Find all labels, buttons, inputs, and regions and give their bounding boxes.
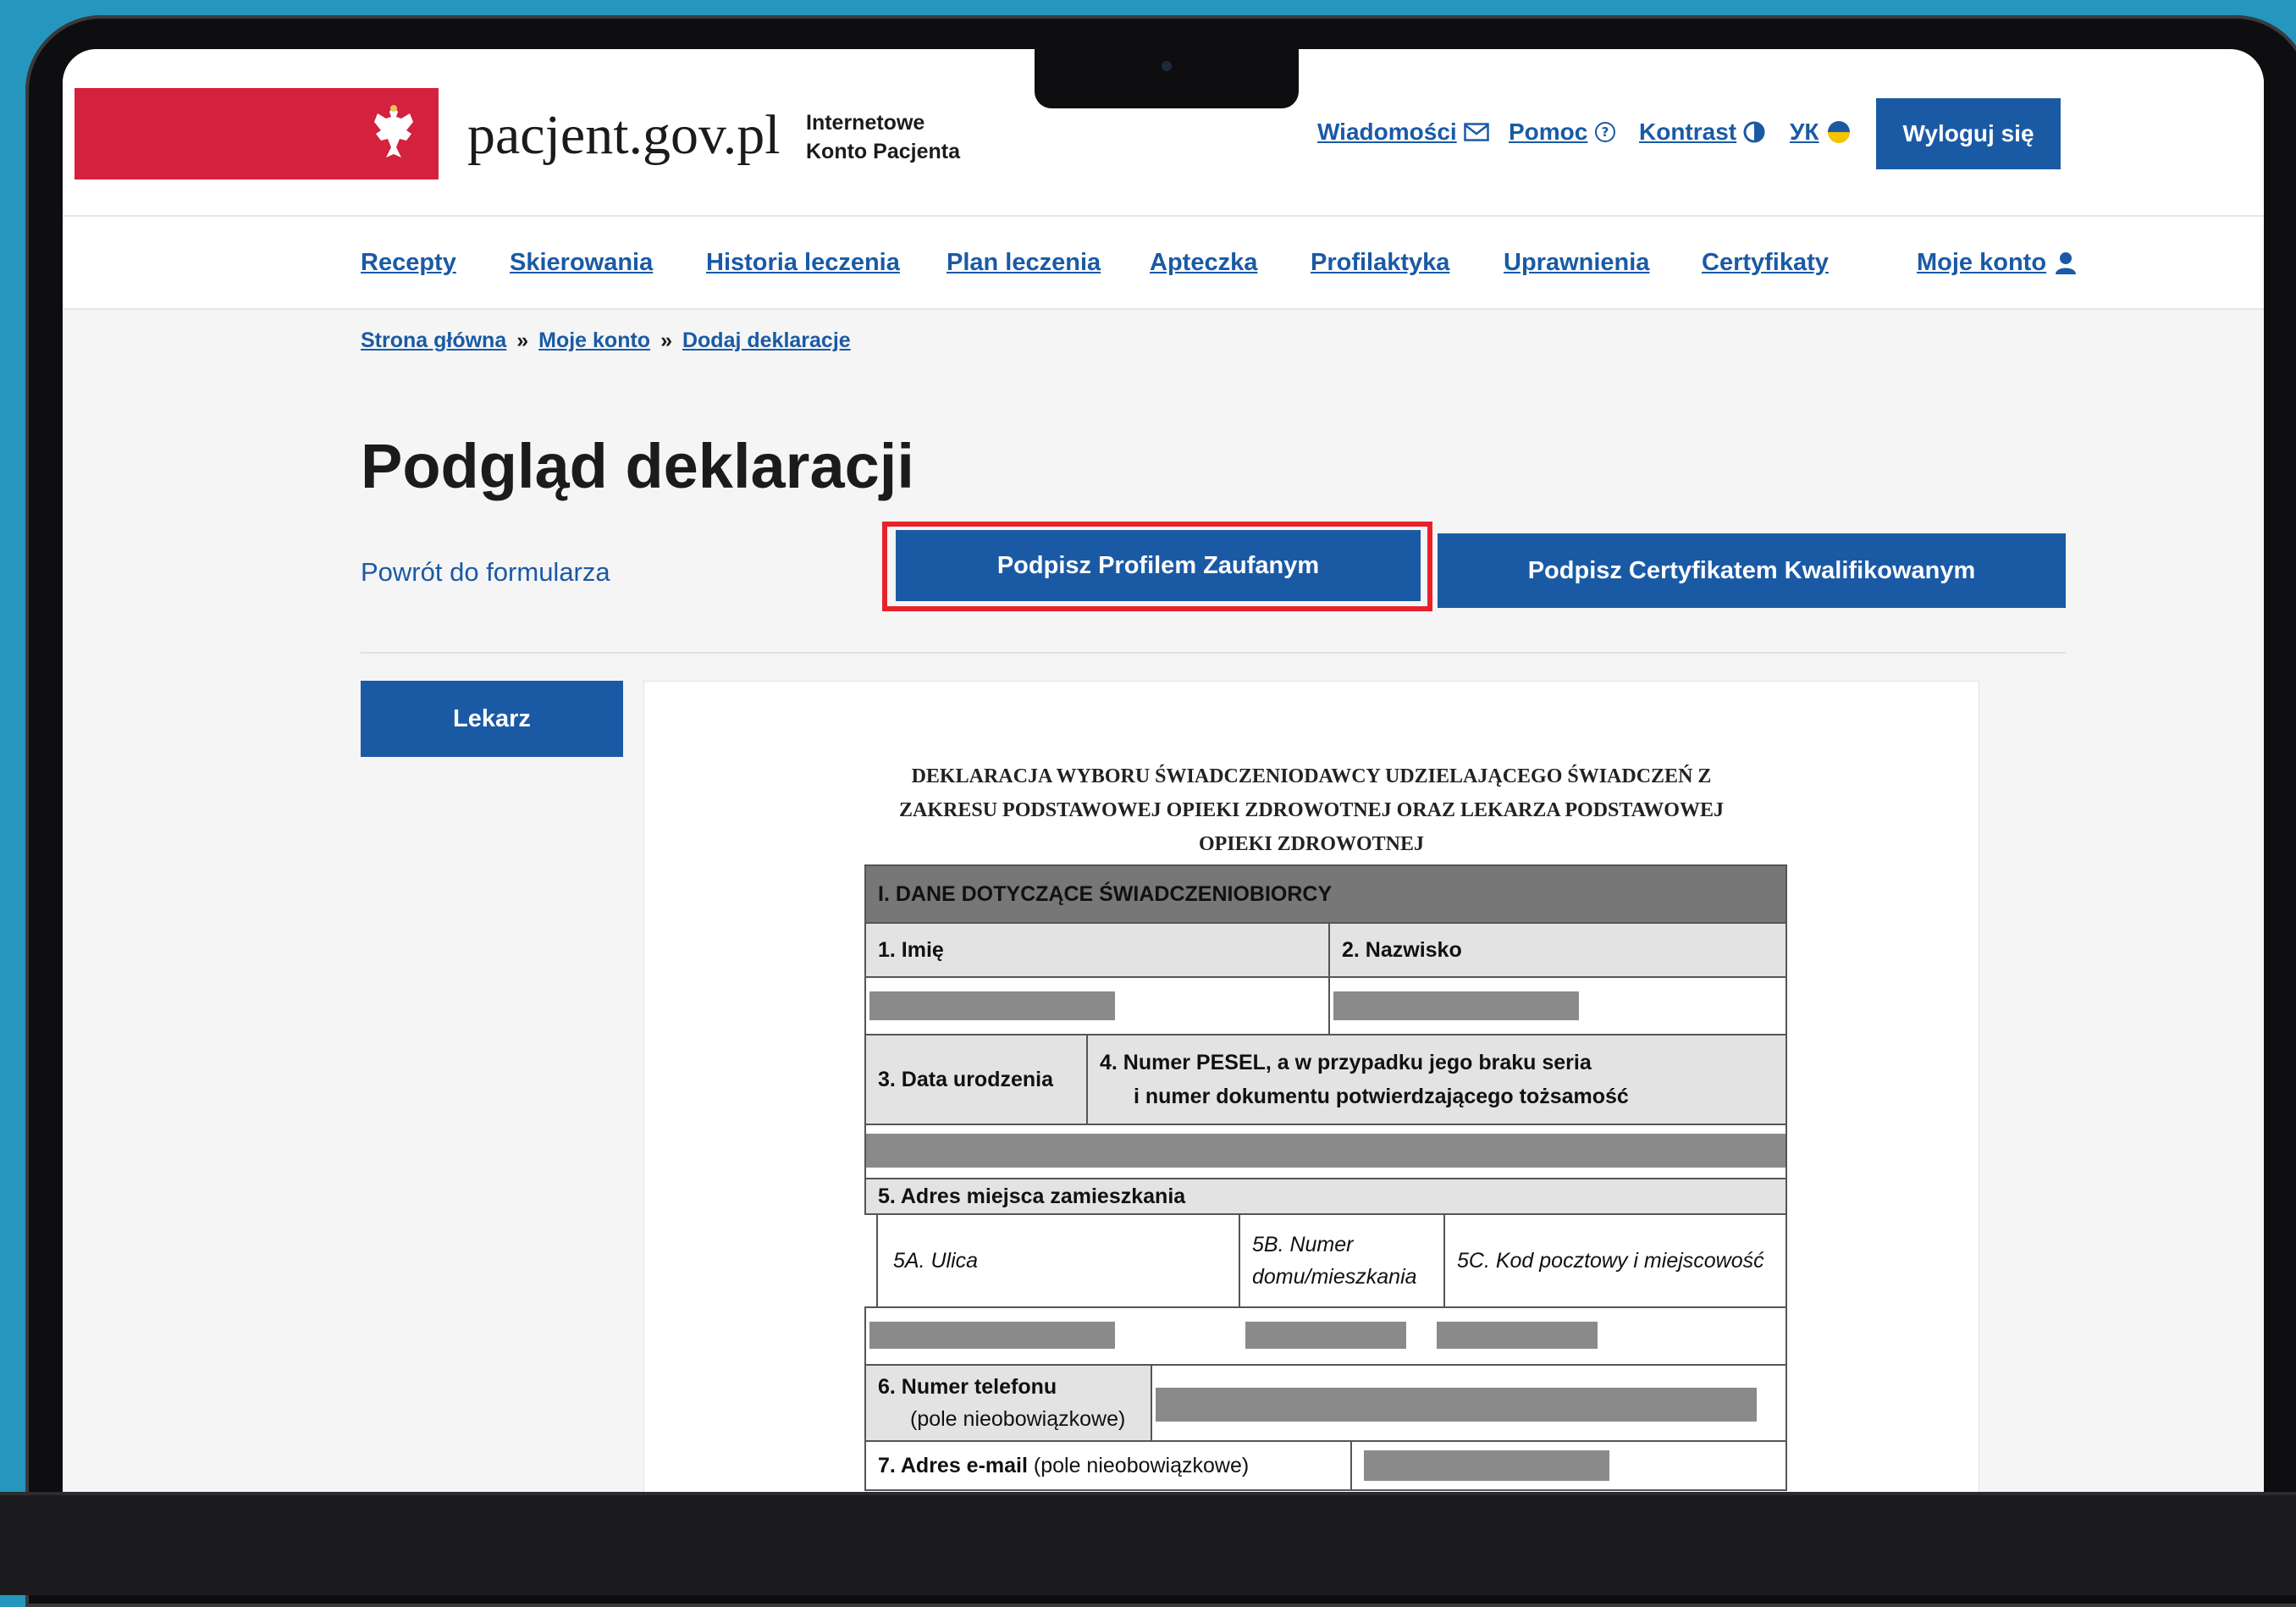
contrast-toggle[interactable]: Kontrast: [1639, 119, 1765, 146]
redacted-phone: [1156, 1388, 1757, 1422]
redacted-last-name: [1333, 991, 1579, 1020]
site-subtitle: Internetowe Konto Pacjenta: [806, 108, 960, 166]
document-title: DEKLARACJA WYBORU ŚWIADCZENIODAWCY UDZIE…: [644, 759, 1979, 861]
section-divider: [361, 652, 2066, 654]
birth-date-label: 3. Data urodzenia: [864, 1034, 1088, 1125]
nav-item-prevention[interactable]: Profilaktyka: [1311, 249, 1449, 277]
language-switch[interactable]: УК: [1790, 119, 1852, 146]
page-title: Podgląd deklaracji: [361, 431, 914, 501]
phone-label-line-1: 6. Numer telefonu: [878, 1375, 1057, 1399]
email-label: 7. Adres e-mail (pole nieobowiązkowe): [864, 1440, 1352, 1491]
subtitle-line-1: Internetowe: [806, 111, 925, 135]
laptop-bottom-bezel: [0, 1492, 2296, 1595]
doctor-tab-button[interactable]: Lekarz: [361, 681, 623, 757]
subtitle-line-2: Konto Pacjenta: [806, 140, 960, 163]
messages-label: Wiadomości: [1317, 119, 1457, 145]
document-title-line-3: OPIEKI ZDROWOTNEJ: [1198, 833, 1425, 855]
nav-item-permissions[interactable]: Uprawnienia: [1504, 249, 1649, 277]
pesel-label-line-1: 4. Numer PESEL, a w przypadku jego braku…: [1100, 1051, 1592, 1074]
redacted-first-name: [869, 991, 1115, 1020]
envelope-icon: [1463, 123, 1489, 141]
contrast-icon: [1743, 121, 1765, 143]
address-label: 5. Adres miejsca zamieszkania: [864, 1178, 1787, 1215]
phone-label: 6. Numer telefonu (pole nieobowiązkowe): [864, 1364, 1152, 1442]
breadcrumb-account[interactable]: Moje konto: [538, 329, 650, 352]
camera-notch: [1035, 49, 1299, 108]
email-label-text: 7. Adres e-mail: [878, 1453, 1028, 1477]
pesel-label-line-2: i numer dokumentu potwierdzającego tożsa…: [1134, 1085, 1629, 1108]
redacted-postal-code: [1437, 1322, 1598, 1349]
declaration-document: DEKLARACJA WYBORU ŚWIADCZENIODAWCY UDZIE…: [643, 681, 1979, 1492]
breadcrumb: Strona główna » Moje konto » Dodaj deklaracj…: [361, 329, 851, 353]
breadcrumb-home[interactable]: Strona główna: [361, 329, 506, 352]
breadcrumb-current[interactable]: Dodaj deklaracje: [682, 329, 851, 352]
house-number-line-1: 5B. Numer: [1252, 1233, 1354, 1256]
nav-item-medicine-cabinet[interactable]: Apteczka: [1150, 249, 1257, 277]
postal-code-label: 5C. Kod pocztowy i miejscowość: [1443, 1213, 1787, 1308]
document-title-line-2: ZAKRESU PODSTAWOWEJ OPIEKI ZDROWOTNEJ OR…: [899, 799, 1724, 821]
nav-item-referrals[interactable]: Skierowania: [510, 249, 653, 277]
nav-item-prescriptions[interactable]: Recepty: [361, 249, 456, 277]
ukraine-flag-icon: [1827, 121, 1850, 143]
question-circle-icon: ?: [1595, 122, 1616, 142]
camera-icon: [1162, 61, 1172, 71]
redacted-street: [869, 1322, 1115, 1349]
highlight-box: [882, 522, 1432, 611]
breadcrumb-separator: »: [516, 329, 529, 352]
street-label: 5A. Ulica: [876, 1213, 1240, 1308]
contrast-label: Kontrast: [1639, 119, 1737, 145]
phone-note: (pole nieobowiązkowe): [910, 1407, 1126, 1431]
user-icon: [2056, 251, 2077, 274]
redacted-email: [1364, 1450, 1609, 1481]
logout-button[interactable]: Wyloguj się: [1876, 98, 2061, 169]
browser-screen: pacjent.gov.pl Internetowe Konto Pacjent…: [63, 49, 2264, 1492]
nav-item-my-account[interactable]: Moje konto: [1917, 249, 2077, 277]
house-number-line-2: domu/mieszkania: [1252, 1265, 1417, 1289]
back-to-form-link[interactable]: Powrót do formularza: [361, 557, 610, 588]
email-note: (pole nieobowiązkowe): [1033, 1453, 1250, 1477]
nav-item-treatment-plan[interactable]: Plan leczenia: [947, 249, 1101, 277]
site-logo[interactable]: pacjent.gov.pl: [467, 103, 781, 168]
pesel-label: 4. Numer PESEL, a w przypadku jego braku…: [1086, 1034, 1787, 1125]
house-number-label: 5B. Numer domu/mieszkania: [1239, 1213, 1445, 1308]
nav-item-certificates[interactable]: Certyfikaty: [1702, 249, 1829, 277]
document-title-line-1: DEKLARACJA WYBORU ŚWIADCZENIODAWCY UDZIE…: [911, 765, 1712, 787]
last-name-label: 2. Nazwisko: [1328, 922, 1787, 978]
eagle-emblem-icon[interactable]: [349, 88, 439, 179]
redacted-house-number: [1245, 1322, 1406, 1349]
svg-text:?: ?: [1602, 124, 1609, 140]
help-label: Pomoc: [1509, 119, 1588, 145]
nav-item-treatment-history[interactable]: Historia leczenia: [706, 249, 900, 277]
redacted-pesel: [866, 1134, 1785, 1168]
my-account-label: Moje konto: [1917, 249, 2047, 276]
language-label: УК: [1790, 119, 1819, 145]
breadcrumb-separator: »: [660, 329, 672, 352]
sign-qualified-certificate-button[interactable]: Podpisz Certyfikatem Kwalifikowanym: [1438, 533, 2066, 608]
flag-bar: [75, 88, 379, 179]
main-nav: Recepty Skierowania Historia leczenia Pl…: [63, 217, 2264, 310]
messages-link[interactable]: Wiadomości: [1317, 119, 1489, 146]
help-link[interactable]: Pomoc ?: [1509, 119, 1616, 146]
first-name-label: 1. Imię: [864, 922, 1330, 978]
section-header: I. DANE DOTYCZĄCE ŚWIADCZENIOBIORCY: [864, 864, 1787, 924]
